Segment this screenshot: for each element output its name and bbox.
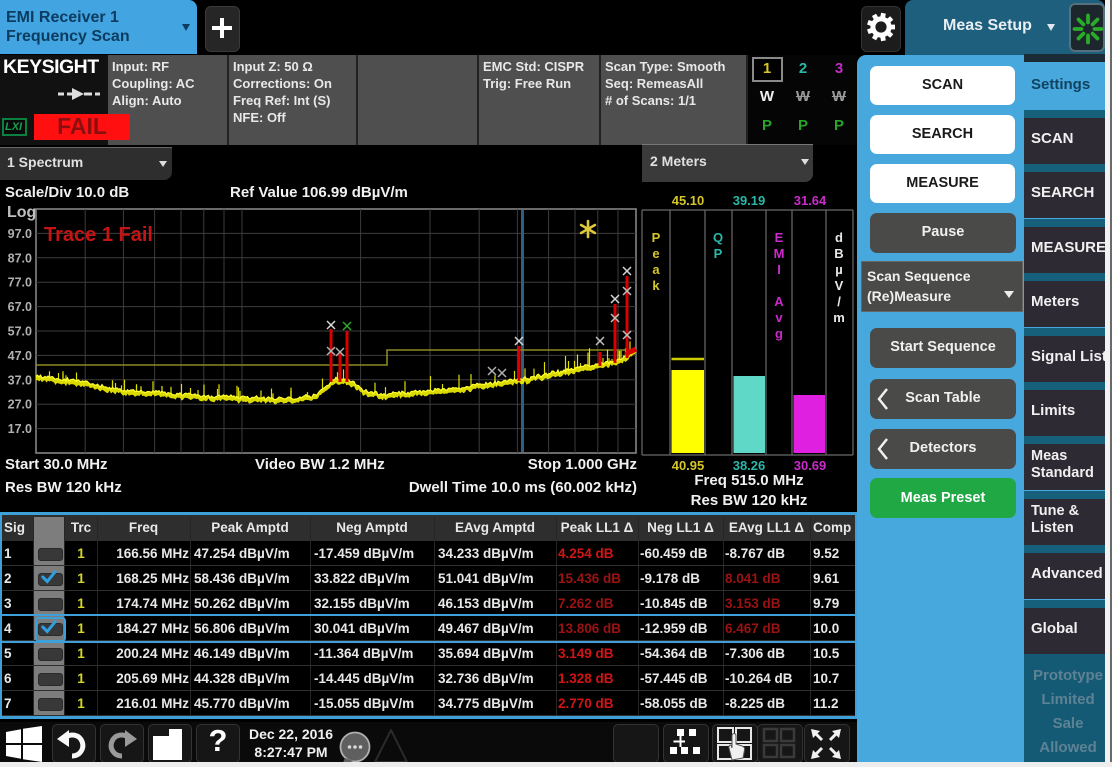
svg-text:Trace 1 Fail: Trace 1 Fail [44, 224, 153, 246]
svg-text:77.0: 77.0 [8, 276, 32, 290]
svg-text:37.0: 37.0 [8, 373, 32, 387]
svg-text:57.0: 57.0 [8, 325, 32, 339]
svg-text:87.0: 87.0 [8, 251, 32, 265]
svg-text:47.0: 47.0 [8, 349, 32, 363]
svg-text:17.0: 17.0 [8, 422, 32, 436]
svg-text:27.0: 27.0 [8, 398, 32, 412]
svg-text:Log: Log [7, 204, 36, 221]
svg-text:97.0: 97.0 [8, 227, 32, 241]
svg-text:67.0: 67.0 [8, 300, 32, 314]
